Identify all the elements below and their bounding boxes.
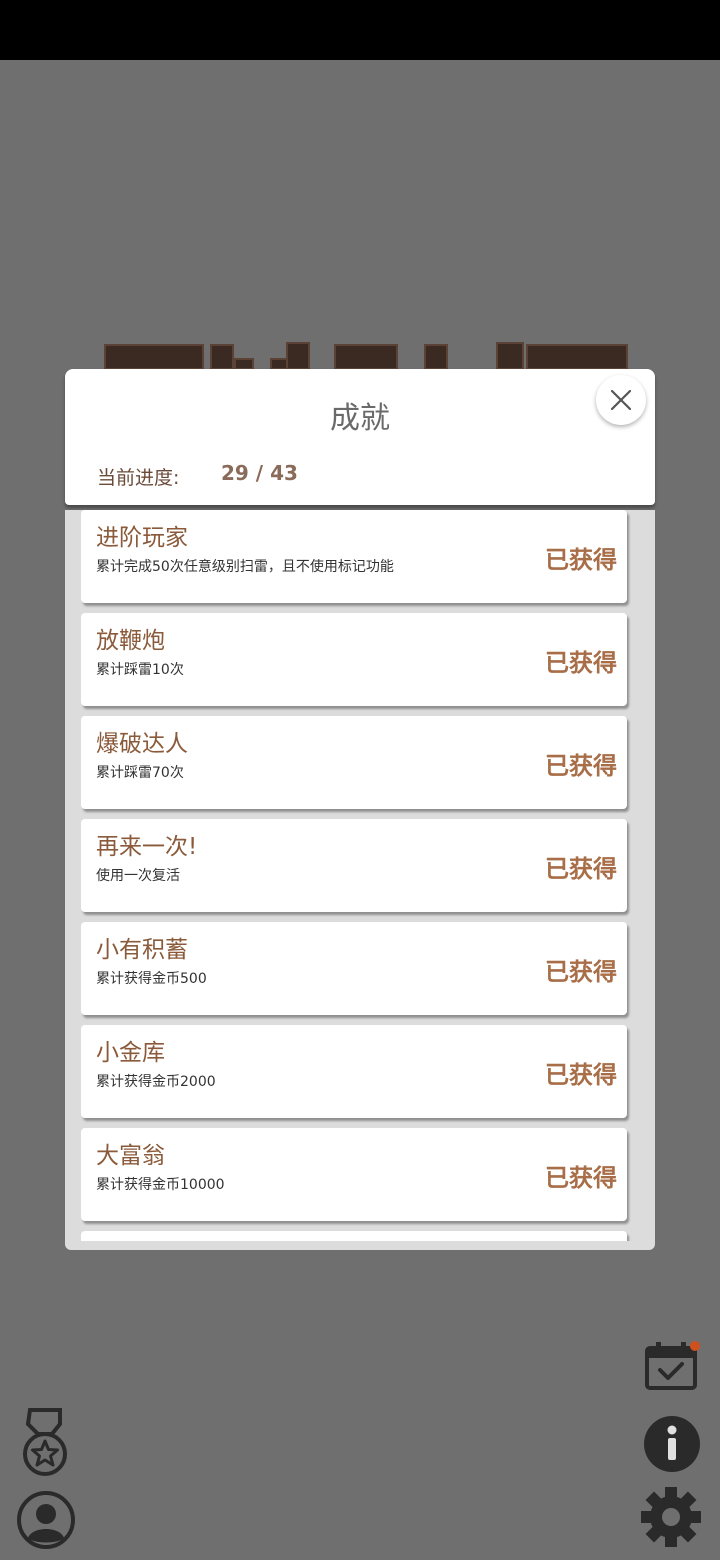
- achievement-desc: 使用一次复活: [96, 868, 180, 884]
- achievement-card[interactable]: 小金库 累计获得金币2000 已获得: [81, 1025, 627, 1118]
- achievement-name: 小有积蓄: [96, 937, 188, 963]
- achievement-card[interactable]: 进阶玩家 累计完成50次任意级别扫雷，且不使用标记功能 已获得: [81, 510, 627, 603]
- achievement-name: 爆破达人: [96, 731, 188, 757]
- info-button[interactable]: [642, 1414, 702, 1474]
- close-button[interactable]: [596, 375, 646, 425]
- calendar-check-icon: [645, 1341, 700, 1390]
- progress-value: 29 / 43: [221, 461, 298, 485]
- achievement-name: 进阶玩家: [96, 525, 188, 551]
- achievement-card-partial[interactable]: [81, 1231, 627, 1241]
- achievement-desc: 累计踩雷70次: [96, 765, 184, 781]
- profile-button[interactable]: [16, 1490, 76, 1550]
- achievement-name: 再来一次!: [96, 834, 198, 860]
- status-bar: [0, 0, 720, 60]
- achievement-name: 大富翁: [96, 1143, 165, 1169]
- close-icon: [610, 389, 632, 411]
- achievements-header: 成就 当前进度: 29 / 43: [65, 369, 655, 505]
- medal-icon: [23, 1408, 67, 1476]
- daily-checkin-button[interactable]: [642, 1340, 702, 1392]
- achievement-list[interactable]: 进阶玩家 累计完成50次任意级别扫雷，且不使用标记功能 已获得 放鞭炮 累计踩雷…: [65, 510, 655, 1250]
- achievement-desc: 累计完成50次任意级别扫雷，且不使用标记功能: [96, 559, 394, 575]
- achievement-desc: 累计获得金币500: [96, 971, 207, 987]
- achievement-desc: 累计获得金币2000: [96, 1074, 216, 1090]
- achievement-status: 已获得: [545, 855, 617, 883]
- achievement-desc: 累计获得金币10000: [96, 1177, 225, 1193]
- achievement-card[interactable]: 爆破达人 累计踩雷70次 已获得: [81, 716, 627, 809]
- game-logo-background: [100, 338, 640, 370]
- achievement-card[interactable]: 放鞭炮 累计踩雷10次 已获得: [81, 613, 627, 706]
- achievement-status: 已获得: [545, 649, 617, 677]
- achievement-status: 已获得: [545, 1164, 617, 1192]
- modal-title: 成就: [330, 401, 390, 436]
- achievement-desc: 累计踩雷10次: [96, 662, 184, 678]
- achievement-status: 已获得: [545, 1061, 617, 1089]
- achievement-card[interactable]: 小有积蓄 累计获得金币500 已获得: [81, 922, 627, 1015]
- achievement-status: 已获得: [545, 752, 617, 780]
- gear-icon: [641, 1487, 701, 1547]
- profile-icon: [17, 1491, 75, 1549]
- achievement-name: 放鞭炮: [96, 628, 165, 654]
- achievement-status: 已获得: [545, 958, 617, 986]
- info-icon: [644, 1416, 700, 1472]
- settings-button[interactable]: [640, 1486, 702, 1548]
- achievement-card[interactable]: 大富翁 累计获得金币10000 已获得: [81, 1128, 627, 1221]
- achievement-status: 已获得: [545, 546, 617, 574]
- achievement-name: 小金库: [96, 1040, 165, 1066]
- achievement-card[interactable]: 再来一次! 使用一次复活 已获得: [81, 819, 627, 912]
- achievements-button[interactable]: [20, 1406, 72, 1480]
- progress-label: 当前进度:: [97, 467, 180, 489]
